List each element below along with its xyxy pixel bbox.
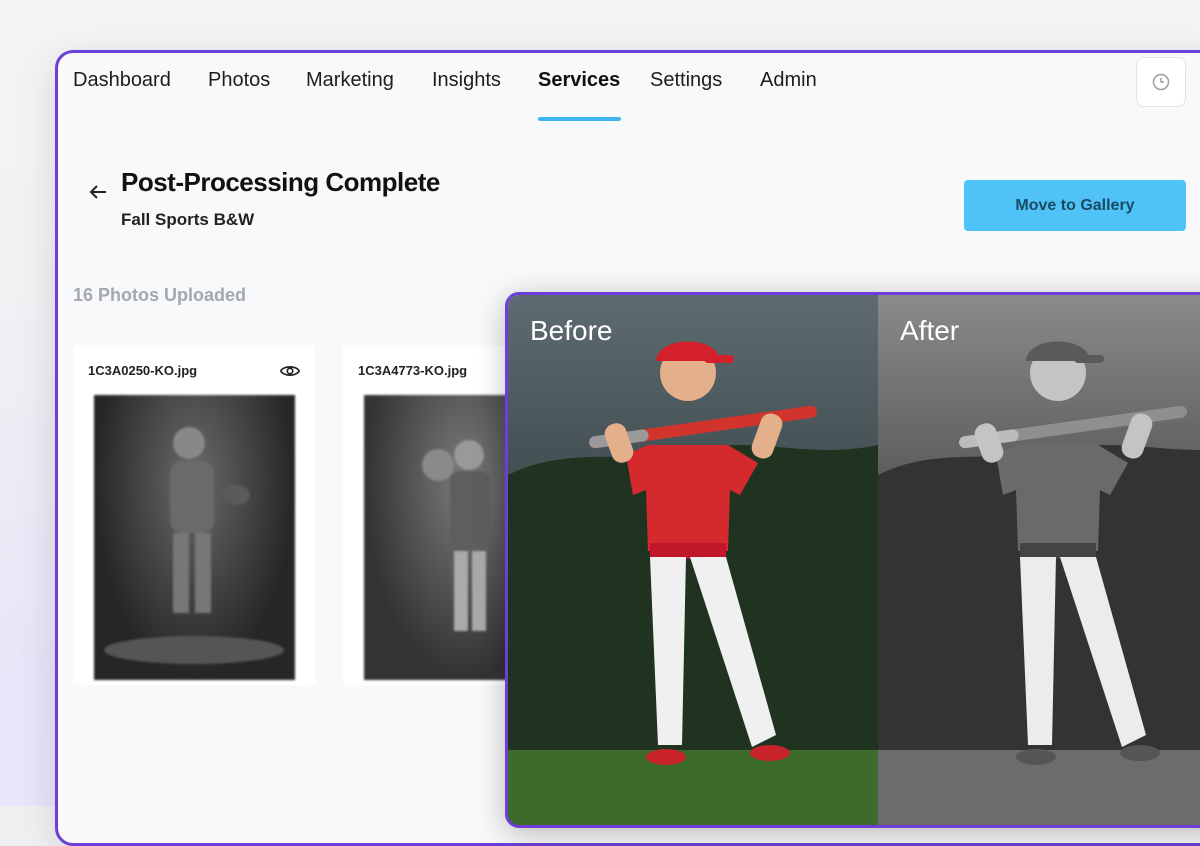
move-to-gallery-button[interactable]: Move to Gallery	[964, 180, 1186, 231]
nav-item-dashboard[interactable]: Dashboard	[73, 69, 171, 92]
eye-icon[interactable]	[279, 360, 301, 382]
before-photo	[508, 295, 878, 825]
top-navigation: Dashboard Photos Marketing Insights Serv…	[58, 53, 1200, 123]
photo-count-label: 16 Photos Uploaded	[73, 285, 247, 305]
arrow-left-icon[interactable]	[86, 180, 110, 204]
nav-item-insights[interactable]: Insights	[432, 69, 501, 92]
nav-item-settings[interactable]: Settings	[650, 69, 722, 92]
clock-icon	[1152, 73, 1170, 91]
after-photo	[878, 295, 1200, 825]
before-after-comparison[interactable]: Before After	[505, 292, 1200, 828]
after-panel: After	[878, 295, 1200, 825]
nav-item-admin[interactable]: Admin	[760, 69, 817, 92]
photo-filename: 1C3A4773-KO.jpg	[358, 363, 468, 378]
page-subtitle: Fall Sports B&W	[121, 210, 255, 229]
nav-item-photos[interactable]: Photos	[208, 69, 270, 92]
nav-item-marketing[interactable]: Marketing	[306, 69, 394, 92]
photo-thumbnail	[94, 395, 295, 680]
after-label: After	[900, 315, 960, 346]
active-tab-indicator	[538, 117, 621, 121]
page-title: Post-Processing Complete	[121, 167, 440, 197]
before-panel: Before	[508, 295, 878, 825]
photo-filename: 1C3A0250-KO.jpg	[88, 363, 198, 378]
nav-item-services[interactable]: Services	[538, 69, 620, 92]
before-label: Before	[530, 315, 613, 346]
photo-card-placeholder	[73, 773, 315, 813]
history-button[interactable]	[1136, 57, 1186, 107]
photo-card[interactable]: 1C3A0250-KO.jpg	[73, 345, 315, 685]
